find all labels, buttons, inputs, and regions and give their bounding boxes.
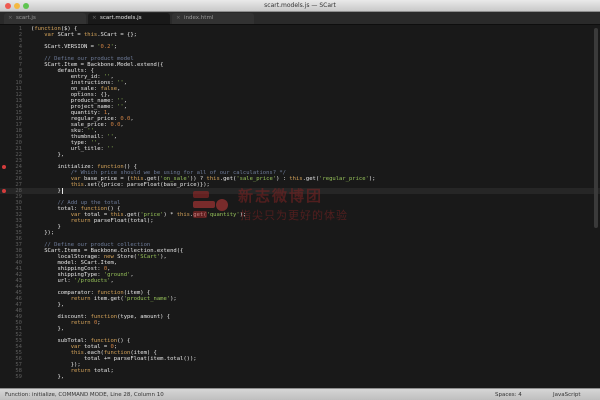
tab-index-html[interactable]: × index.html: [172, 13, 254, 24]
tab-close-icon[interactable]: ×: [92, 13, 97, 24]
status-position: Function: initialize, COMMAND MODE, Line…: [5, 392, 164, 398]
syntax-selector[interactable]: JavaScript: [553, 392, 581, 398]
watermark-slogan: 指尖只为更好的体验: [240, 209, 348, 222]
vertical-scrollbar[interactable]: [594, 28, 598, 228]
tab-scart-js[interactable]: × scart.js: [4, 13, 86, 24]
title-bar: scart.models.js — SCart: [0, 0, 600, 12]
tab-close-icon[interactable]: ×: [176, 13, 181, 24]
code-line[interactable]: 59 },: [0, 374, 600, 380]
tab-label: index.html: [184, 15, 214, 21]
indentation-selector[interactable]: Spaces: 4: [495, 392, 522, 398]
status-bar: Function: initialize, COMMAND MODE, Line…: [0, 388, 600, 400]
watermark: 新志微博团 指尖只为更好的体验: [190, 183, 380, 233]
tab-close-icon[interactable]: ×: [8, 13, 13, 24]
tab-label: scart.models.js: [100, 15, 142, 21]
tab-bar: × scart.js × scart.models.js × index.htm…: [0, 12, 600, 25]
watermark-logo-icon: [193, 191, 228, 218]
watermark-title: 新志微博团: [238, 187, 324, 205]
window-title: scart.models.js — SCart: [264, 2, 336, 9]
editor-window: scart.models.js — SCart × scart.js × sca…: [0, 0, 600, 400]
tab-scart-models-js[interactable]: × scart.models.js: [88, 13, 170, 24]
line-number: 59: [15, 374, 22, 380]
code-text[interactable]: },: [31, 374, 64, 380]
tab-label: scart.js: [16, 15, 36, 21]
